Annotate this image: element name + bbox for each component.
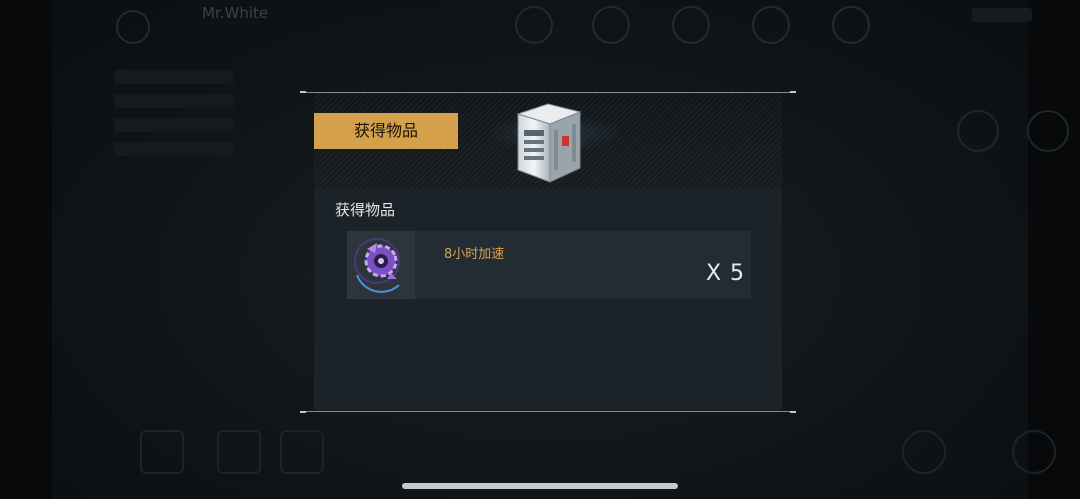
corner-mark: [300, 91, 306, 93]
corner-mark: [790, 411, 796, 413]
speedup-gear-icon: [354, 238, 400, 293]
section-title: 获得物品: [335, 201, 396, 219]
player-name: Mr.White: [202, 4, 269, 22]
top-menu-icon: [672, 6, 710, 44]
reward-item-row[interactable]: 8小时加速 X 5: [347, 231, 751, 299]
reward-dialog[interactable]: 获得物品 获得物品 8小时加速 X 5: [300, 91, 796, 413]
top-menu-icon: [832, 6, 870, 44]
dialog-header: 获得物品: [314, 93, 782, 189]
top-menu-icon: [592, 6, 630, 44]
side-button: [957, 110, 999, 152]
bottom-nav-icon: [217, 430, 261, 474]
dialog-panel: 获得物品 获得物品 8小时加速 X 5: [314, 93, 782, 410]
bottom-nav-icon: [1012, 430, 1056, 474]
item-quantity: X 5: [705, 261, 745, 286]
quest-list: [114, 70, 234, 170]
item-name: 8小时加速: [444, 247, 505, 262]
corner-mark: [300, 411, 306, 413]
home-indicator[interactable]: [402, 483, 678, 489]
dialog-border-bottom: [302, 411, 794, 412]
player-avatar: [116, 10, 150, 44]
top-menu-icon: [515, 6, 553, 44]
dialog-title: 获得物品: [314, 113, 458, 149]
bottom-nav-icon: [902, 430, 946, 474]
currency-bar: [972, 8, 1032, 22]
gift-icon: [280, 430, 324, 474]
corner-mark: [790, 91, 796, 93]
top-menu-icon: [752, 6, 790, 44]
supply-crate-icon: [516, 103, 582, 183]
side-button: [1027, 110, 1069, 152]
bottom-nav-icon: [140, 430, 184, 474]
item-thumbnail[interactable]: [347, 231, 415, 299]
